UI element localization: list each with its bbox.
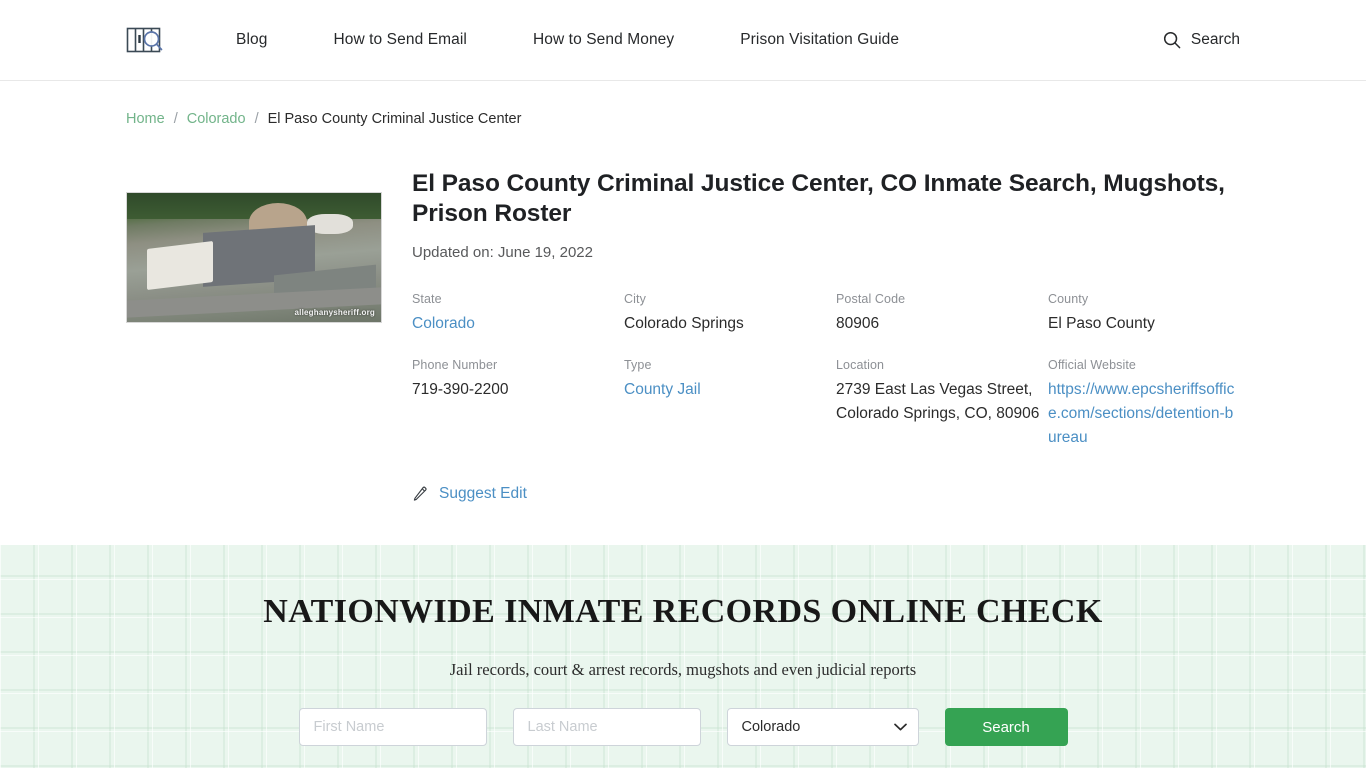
hero-subtitle: Jail records, court & arrest records, mu… — [449, 660, 917, 679]
suggest-edit-label: Suggest Edit — [439, 484, 527, 502]
suggest-edit-button[interactable]: Suggest Edit — [412, 485, 527, 503]
prison-bars-search-icon — [126, 27, 163, 53]
facility-aerial-photo: alleghanysheriff.org — [126, 192, 382, 323]
info-cell-postal-code: Postal Code 80906 — [836, 292, 1048, 336]
page-title: El Paso County Criminal Justice Center, … — [412, 170, 1225, 227]
info-cell-phone-number: Phone Number 719-390-2200 — [412, 358, 624, 450]
info-cell-county: County El Paso County — [1048, 292, 1238, 336]
search-icon — [1163, 31, 1181, 49]
state-select-wrapper: Colorado — [726, 708, 919, 746]
last-name-input[interactable] — [512, 708, 701, 746]
info-value-type[interactable]: County Jail — [624, 381, 701, 398]
state-select[interactable]: Colorado — [726, 708, 919, 746]
inmate-search-form: Colorado Search — [0, 708, 1366, 746]
nav-item-prison-visitation-guide[interactable]: Prison Visitation Guide — [707, 31, 932, 49]
first-name-input[interactable] — [298, 708, 487, 746]
breadcrumb-home[interactable]: Home — [126, 111, 165, 127]
breadcrumb-separator: / — [254, 111, 259, 127]
info-value-phone-number: 719-390-2200 — [412, 380, 509, 398]
info-label: Phone Number — [412, 357, 498, 372]
info-cell-location: Location 2739 East Las Vegas Street, Col… — [836, 358, 1048, 450]
site-header: Blog How to Send Email How to Send Money… — [0, 0, 1366, 81]
main-navigation: Blog How to Send Email How to Send Money… — [210, 31, 932, 49]
info-value-city: Colorado Springs — [624, 314, 744, 332]
info-cell-official-website: Official Website https://www.epcsheriffs… — [1048, 358, 1238, 450]
facility-info-grid: State Colorado City Colorado Springs Pos… — [412, 292, 1238, 450]
info-value-state[interactable]: Colorado — [412, 315, 475, 332]
info-cell-type: Type County Jail — [624, 358, 836, 450]
photo-watermark: alleghanysheriff.org — [294, 308, 375, 317]
header-search-toggle[interactable]: Search — [1163, 31, 1240, 49]
info-label: Postal Code — [836, 291, 906, 306]
info-label: Official Website — [1048, 357, 1136, 372]
info-cell-city: City Colorado Springs — [624, 292, 836, 336]
info-value-county: El Paso County — [1048, 314, 1155, 332]
nav-item-how-to-send-email[interactable]: How to Send Email — [300, 31, 500, 49]
info-label: State — [412, 291, 442, 306]
pencil-icon — [413, 486, 427, 501]
breadcrumb-separator: / — [173, 111, 178, 127]
facility-section: alleghanysheriff.org El Paso County Crim… — [0, 127, 1366, 503]
info-label: County — [1048, 291, 1089, 306]
info-cell-state: State Colorado — [412, 292, 624, 336]
breadcrumb-current: El Paso County Criminal Justice Center — [267, 111, 522, 127]
info-label: City — [624, 291, 646, 306]
facility-details: El Paso County Criminal Justice Center, … — [412, 169, 1238, 503]
header-search-label: Search — [1190, 31, 1240, 48]
info-label: Location — [836, 357, 885, 372]
info-value-location: 2739 East Las Vegas Street, Colorado Spr… — [836, 380, 1040, 422]
breadcrumb-container: Home / Colorado / El Paso County Crimina… — [0, 81, 1366, 127]
breadcrumb: Home / Colorado / El Paso County Crimina… — [126, 111, 1240, 127]
updated-date: Updated on: June 19, 2022 — [412, 243, 593, 261]
nationwide-search-section: NATIONWIDE INMATE RECORDS ONLINE CHECK J… — [0, 545, 1366, 768]
search-submit-button[interactable]: Search — [944, 708, 1068, 746]
info-value-postal-code: 80906 — [836, 314, 880, 332]
nav-item-blog[interactable]: Blog — [210, 31, 300, 49]
site-logo[interactable] — [126, 23, 170, 57]
info-value-official-website[interactable]: https://www.epcsheriffsoffice.com/sectio… — [1048, 381, 1234, 446]
nav-item-how-to-send-money[interactable]: How to Send Money — [500, 31, 707, 49]
breadcrumb-colorado[interactable]: Colorado — [187, 111, 246, 127]
facility-photo-container: alleghanysheriff.org — [126, 169, 382, 503]
hero-title: NATIONWIDE INMATE RECORDS ONLINE CHECK — [263, 593, 1103, 630]
info-label: Type — [624, 357, 652, 372]
